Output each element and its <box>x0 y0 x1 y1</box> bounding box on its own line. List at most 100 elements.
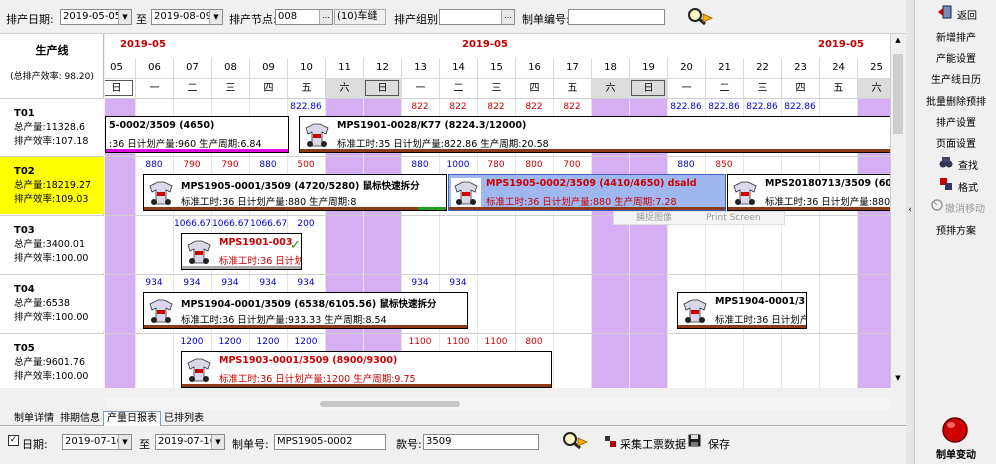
production-line-row[interactable]: T04 总产量:6538 排产效率:100.00 <box>0 274 104 332</box>
top-toolbar: 排产日期: 2019-05-05 ▼ 至 2019-08-09 ▼ 排产节点: 00… <box>0 0 906 34</box>
chevron-down-icon[interactable]: ▼ <box>209 10 222 24</box>
date-checkbox[interactable]: ✓ <box>8 435 19 446</box>
daily-capacity: 822 <box>525 102 543 112</box>
production-line-row[interactable]: T02 总产量:18219.27 排产效率:109.03 <box>0 156 104 214</box>
schedule-task-bar[interactable]: MPS1903-0001/3509 (8900/9300) 标准工时:36 日计划… <box>181 351 552 388</box>
tab-order-detail[interactable]: 制单详情 <box>10 411 58 426</box>
production-line-row[interactable]: T03 总产量:3400.01 排产效率:100.00 <box>0 215 104 273</box>
scroll-up-icon[interactable]: ▲ <box>893 36 903 46</box>
chevron-down-icon[interactable]: ▼ <box>211 435 224 449</box>
schedule-grid[interactable]: 2019-05 2019-05 2019-05 05 日 06 一 07 二 08 三 09 四 10 五 1… <box>105 34 890 388</box>
new-schedule-button[interactable]: 新增排产 <box>915 29 996 44</box>
task-title: MPS1904-0001/350 <box>715 296 806 307</box>
daily-capacity: 1066.67 <box>174 219 212 229</box>
production-line-row[interactable]: T05 总产量:9601.76 排产效率:100.00 <box>0 333 104 388</box>
vertical-scrollbar[interactable]: ▲ ▼ <box>890 34 905 388</box>
garment-thumbnail-icon <box>184 355 214 385</box>
scroll-down-icon[interactable]: ▼ <box>893 374 903 384</box>
format-button[interactable]: 格式 <box>939 179 996 194</box>
tab-scheduled-list[interactable]: 已排列表 <box>160 411 208 426</box>
undo-move-button[interactable]: 撤消移动 <box>933 200 996 215</box>
collect-icon <box>605 436 616 447</box>
schedule-task-bar[interactable]: 5-0002/3509 (4650):36 日计划产量:960 生产周期:6.8… <box>105 116 289 153</box>
order-search-input[interactable] <box>568 9 665 25</box>
start-date-field[interactable]: 2019-05-05 ▼ <box>60 9 132 25</box>
order-change-button[interactable]: 制单变动 <box>915 446 996 461</box>
bottom-date-from[interactable]: 2019-07-10 ▼ <box>62 434 132 450</box>
preschedule-plan-button[interactable]: 预排方案 <box>915 222 996 237</box>
return-button[interactable]: 返回 <box>937 7 996 22</box>
task-progress-bar <box>182 266 301 269</box>
schedule-task-bar[interactable]: MPS1905-0002/3509 (4410/4650) dsald 标准工时:… <box>448 174 726 211</box>
day-number: 16 <box>515 58 553 78</box>
schedule-task-bar[interactable]: MPS1901-0028/K77 (8224.3/12000) 标准工时:35 日… <box>299 116 890 153</box>
find-button[interactable]: 查找 <box>939 157 996 172</box>
task-info: 标准工时:36 日计划产量:880 生产周期:7.28 <box>486 197 677 208</box>
schedule-task-bar[interactable]: MPS1901-003 标准工时:36 日计划 ✓ <box>181 233 302 270</box>
panel-splitter[interactable]: ‹ <box>906 0 914 464</box>
style-no-input[interactable]: 3509 <box>423 434 539 450</box>
daily-capacity: 1100 <box>484 337 508 347</box>
daily-capacity: 1066.67 <box>212 219 250 229</box>
daily-capacity: 1066.67 <box>250 219 288 229</box>
ellipsis-icon[interactable]: … <box>501 10 514 24</box>
task-progress-bar <box>300 149 890 152</box>
chevron-down-icon[interactable]: ▼ <box>118 10 131 24</box>
task-title: MPS1905-0002/3509 (4410/4650) dsald <box>486 178 697 189</box>
scroll-thumb[interactable] <box>320 401 460 407</box>
day-number: 10 <box>287 58 325 78</box>
schedule-task-bar[interactable]: MPS1905-0001/3509 (4720/5280) 鼠标快速拆分 标准工时… <box>143 174 447 211</box>
batch-delete-button[interactable]: 批量删除预排 <box>915 93 996 108</box>
tab-schedule-info[interactable]: 排期信息 <box>56 411 104 426</box>
weekday-label: 一 <box>135 78 173 98</box>
line-output: 总产量:18219.27 <box>14 180 92 191</box>
bottom-filter-bar: ✓ 日期: 2019-07-10 ▼ 至 2019-07-10 ▼ 制单号: MPS… <box>0 427 906 455</box>
grid-line <box>105 333 890 334</box>
production-line-row[interactable]: T01 总产量:11328.6 排产效率:107.18 <box>0 98 104 156</box>
chevron-left-icon[interactable]: ‹ <box>906 205 914 215</box>
weekday-label: 三 <box>743 78 781 98</box>
line-code: T05 <box>14 343 35 354</box>
task-info: 标准工时:36 日计划产 <box>715 315 807 326</box>
weekday-label: 六 <box>857 78 890 98</box>
weekday-label: 日 <box>629 78 667 98</box>
ellipsis-icon[interactable]: … <box>319 10 332 24</box>
schedule-task-bar[interactable]: MPS1904-0001/3509 (6538/6105.56) 鼠标快速拆分标… <box>143 292 468 329</box>
line-output: 总产量:11328.6 <box>14 122 85 133</box>
end-date-field[interactable]: 2019-08-09 ▼ <box>151 9 223 25</box>
check-icon: ✓ <box>290 238 301 253</box>
daily-capacity: 934 <box>221 278 239 288</box>
save-button[interactable]: 保存 <box>708 436 730 452</box>
search-icon[interactable] <box>561 430 589 452</box>
task-title: 5-0002/3509 (4650) <box>109 120 215 131</box>
scroll-thumb[interactable] <box>893 54 903 134</box>
line-code: T04 <box>14 284 35 295</box>
schedule-task-bar[interactable]: MPS20180713/3509 (600/标准工时:36 日计划产量:880 <box>727 174 890 211</box>
weekday-label: 六 <box>325 78 363 98</box>
daily-capacity: 880 <box>411 160 429 170</box>
total-efficiency: (总排产效率: 98.20) <box>10 72 94 82</box>
tab-daily-output[interactable]: 产量日报表 <box>103 411 161 426</box>
search-icon[interactable] <box>686 6 714 28</box>
task-progress-bar <box>106 149 288 152</box>
daily-capacity: 700 <box>563 160 581 170</box>
bottom-date-to[interactable]: 2019-07-10 ▼ <box>155 434 225 450</box>
line-calendar-button[interactable]: 生产线日历 <box>915 71 996 86</box>
chevron-down-icon[interactable]: ▼ <box>118 435 131 449</box>
order-no-input[interactable]: MPS1905-0002 <box>274 434 386 450</box>
schedule-task-bar[interactable]: MPS1904-0001/350 标准工时:36 日计划产 <box>677 292 807 329</box>
schedule-settings-button[interactable]: 排产设置 <box>915 114 996 129</box>
weekday-label: 二 <box>173 78 211 98</box>
collect-ticket-button[interactable]: 采集工票数据 <box>620 436 686 452</box>
node-field[interactable]: 008… <box>275 9 333 25</box>
daily-capacity: 822 <box>411 102 429 112</box>
group-field[interactable]: … <box>439 9 515 25</box>
task-info: 标准工时:36 日计划 <box>219 256 302 267</box>
task-title: MPS1901-003 <box>219 237 293 248</box>
line-efficiency: 排产效率:100.00 <box>14 253 89 264</box>
page-settings-button[interactable]: 页面设置 <box>915 135 996 150</box>
horizontal-scrollbar[interactable] <box>105 398 890 410</box>
detail-tabs: 制单详情 排期信息 产量日报表 已排列表 <box>0 410 906 426</box>
capacity-settings-button[interactable]: 产能设置 <box>915 50 996 65</box>
task-complete-marker <box>418 207 446 210</box>
